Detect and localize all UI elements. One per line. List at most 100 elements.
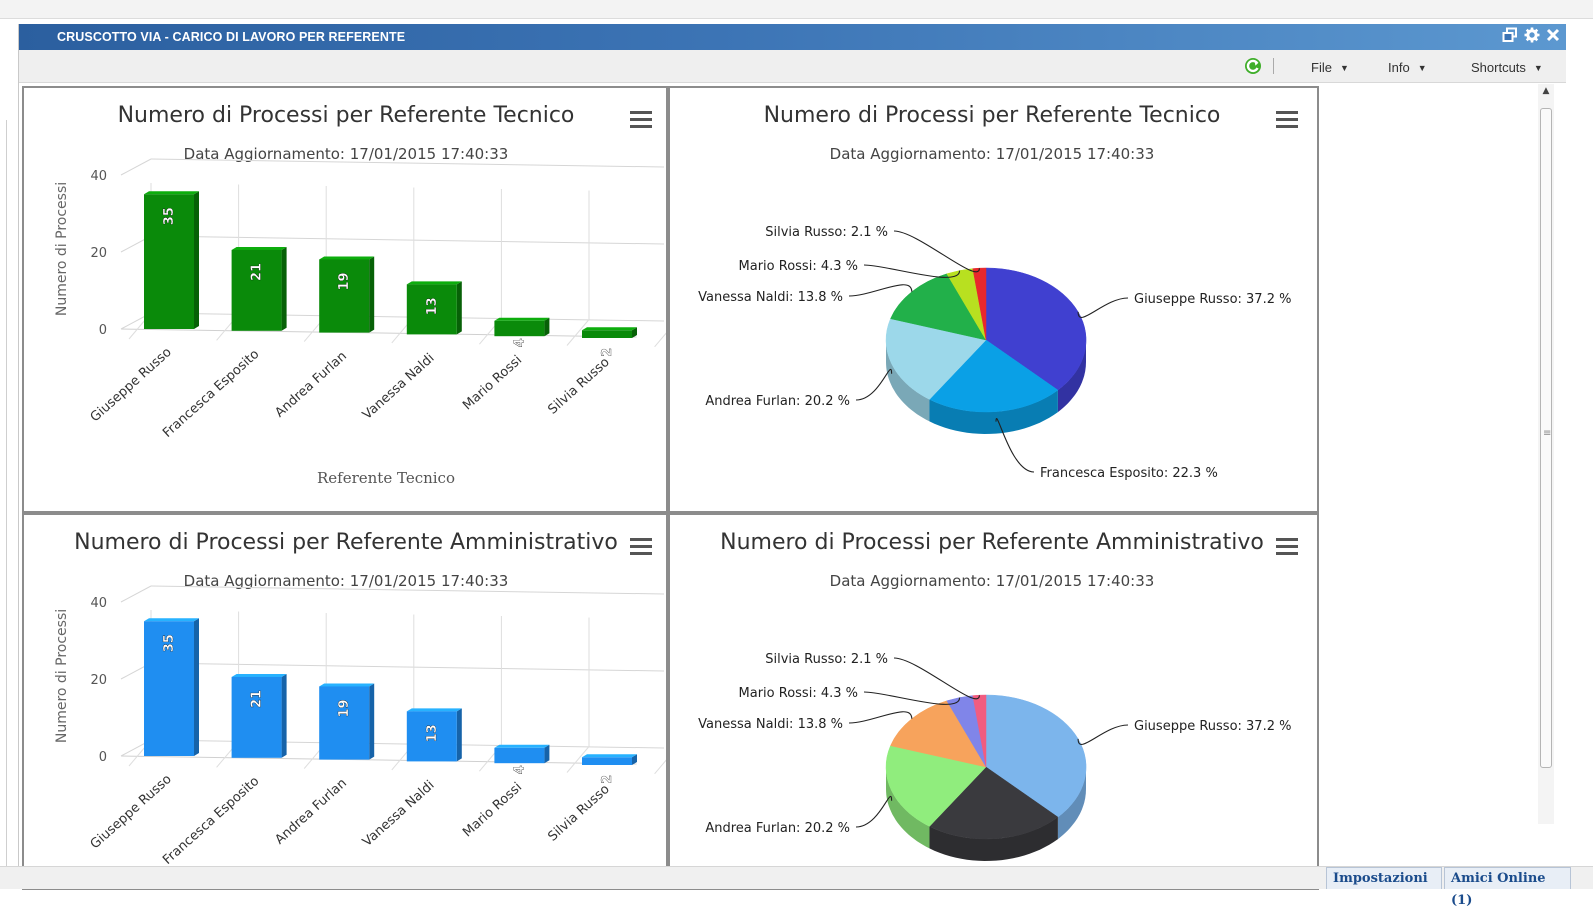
grip-icon: ≡ — [1543, 428, 1552, 439]
hamburger-line — [630, 538, 652, 541]
pie-label: Vanessa Naldi: 13.8 % — [698, 290, 843, 305]
y-tick-label: 0 — [99, 323, 107, 338]
window-title: CRUSCOTTO VIA - CARICO DI LAVORO PER REF… — [57, 30, 406, 44]
hamburger-line — [1276, 552, 1298, 555]
bar-top — [144, 191, 199, 195]
pie-connector — [848, 284, 913, 297]
x-tick-label: Giuseppe Russo — [88, 772, 175, 852]
chart-panel-amministrativo-pie: Numero di Processi per Referente Amminis… — [668, 513, 1319, 890]
bar-front — [582, 757, 632, 765]
bottom-bar: Impostazioni Amici Online (1) — [0, 866, 1593, 908]
vertical-scrollbar[interactable]: ▲ ≡ — [1538, 84, 1554, 824]
data-label: 21 — [250, 690, 265, 708]
bar-front — [319, 686, 370, 760]
data-label: 4 — [512, 338, 527, 347]
chart-subtitle: Data Aggiornamento: 17/01/2015 17:40:33 — [830, 572, 1155, 590]
grid-floor-line — [120, 755, 637, 765]
close-icon[interactable] — [1546, 28, 1560, 46]
x-tick-label: Silvia Russo — [545, 355, 612, 418]
pie-label: Giuseppe Russo: 37.2 % — [1134, 292, 1291, 307]
y-tick-label: 40 — [90, 596, 107, 611]
pie-connector — [893, 657, 980, 700]
chevron-down-icon: ▼ — [1339, 63, 1349, 73]
pie-label: Mario Rossi: 4.3 % — [739, 259, 858, 274]
restore-icon[interactable] — [1502, 27, 1518, 47]
grid-line — [654, 759, 666, 775]
hamburger-line — [630, 545, 652, 548]
bar-front — [319, 259, 370, 333]
browser-top-strip — [0, 0, 1593, 19]
grid-line — [654, 332, 666, 348]
menu-file-label: File — [1311, 60, 1332, 75]
menu-file[interactable]: File ▼ — [1311, 60, 1349, 75]
bar-chart-tecnico: Numero di Processi per Referente Tecnico… — [54, 103, 666, 487]
hamburger-icon[interactable] — [1276, 111, 1298, 128]
x-tick-label: Mario Rossi — [460, 780, 525, 841]
hamburger-icon[interactable] — [630, 111, 652, 128]
hamburger-line — [1276, 538, 1298, 541]
grid-line — [120, 585, 152, 603]
x-tick-label: Francesca Esposito — [160, 774, 262, 868]
chart-title: Numero di Processi per Referente Tecnico — [764, 103, 1221, 128]
menu-shortcuts[interactable]: Shortcuts ▼ — [1471, 60, 1543, 75]
menu-shortcuts-label: Shortcuts — [1471, 60, 1526, 75]
tab-amici-online[interactable]: Amici Online (1) — [1444, 867, 1571, 908]
tab-impostazioni[interactable]: Impostazioni — [1326, 867, 1442, 889]
window-titlebar[interactable]: CRUSCOTTO VIA - CARICO DI LAVORO PER REF… — [19, 24, 1566, 50]
chart-title: Numero di Processi per Referente Amminis… — [74, 530, 618, 555]
toolbar-separator — [1273, 58, 1274, 74]
pie-label: Andrea Furlan: 20.2 % — [705, 821, 850, 836]
x-tick-label: Andrea Furlan — [272, 349, 349, 421]
hamburger-line — [1276, 118, 1298, 121]
pie-label: Andrea Furlan: 20.2 % — [705, 394, 850, 409]
hamburger-icon[interactable] — [1276, 538, 1298, 555]
bar — [319, 683, 375, 760]
bar — [494, 317, 550, 337]
bar-side — [281, 673, 287, 758]
bar-side — [369, 256, 375, 333]
bar-side — [544, 317, 550, 337]
bar — [231, 246, 287, 331]
scrollbar-thumb[interactable]: ≡ — [1540, 108, 1552, 768]
gear-icon[interactable] — [1524, 27, 1540, 47]
bar-front — [494, 320, 545, 337]
chart-panel-tecnico-pie: Numero di Processi per Referente Tecnico… — [668, 86, 1319, 513]
toolbar: File ▼ Info ▼ Shortcuts ▼ — [19, 50, 1566, 83]
bar — [231, 673, 287, 758]
pie-chart-amministrativo: Numero di Processi per Referente Amminis… — [698, 530, 1298, 861]
menu-info[interactable]: Info ▼ — [1388, 60, 1427, 75]
bar — [582, 754, 637, 765]
bar-top — [582, 327, 637, 331]
hamburger-icon[interactable] — [630, 538, 652, 555]
pie-connector — [855, 795, 893, 828]
x-axis-label: Referente Tecnico — [317, 469, 455, 487]
bar-side — [456, 281, 462, 335]
pie-chart-tecnico: Numero di Processi per Referente Tecnico… — [698, 103, 1298, 481]
bar-top — [494, 744, 550, 748]
chart-subtitle: Data Aggiornamento: 17/01/2015 17:40:33 — [830, 145, 1155, 163]
refresh-icon[interactable] — [1243, 56, 1263, 80]
bar-top — [144, 618, 199, 622]
scroll-up-icon[interactable]: ▲ — [1538, 86, 1554, 100]
bar — [582, 327, 637, 338]
chevron-down-icon: ▼ — [1533, 63, 1543, 73]
data-label: 4 — [512, 765, 527, 774]
bar-top — [582, 754, 637, 758]
grid-line — [150, 662, 665, 672]
pie-connector — [1077, 724, 1129, 745]
pie-label: Silvia Russo: 2.1 % — [765, 225, 888, 240]
pie-label: Giuseppe Russo: 37.2 % — [1134, 719, 1291, 734]
bar-top — [231, 246, 287, 250]
hamburger-line — [1276, 111, 1298, 114]
bar-top — [406, 281, 462, 285]
bar-front — [494, 747, 545, 764]
chart-title: Numero di Processi per Referente Amminis… — [720, 530, 1264, 555]
bar-side — [281, 246, 287, 331]
grid-line — [120, 158, 152, 176]
data-label: 35 — [162, 634, 177, 652]
chart-panel-amministrativo-bar: Numero di Processi per Referente Amminis… — [22, 513, 668, 890]
bar-side — [194, 618, 199, 756]
pie-connector — [855, 368, 893, 401]
bar-top — [494, 317, 550, 321]
x-tick-label: Francesca Esposito — [160, 347, 262, 441]
